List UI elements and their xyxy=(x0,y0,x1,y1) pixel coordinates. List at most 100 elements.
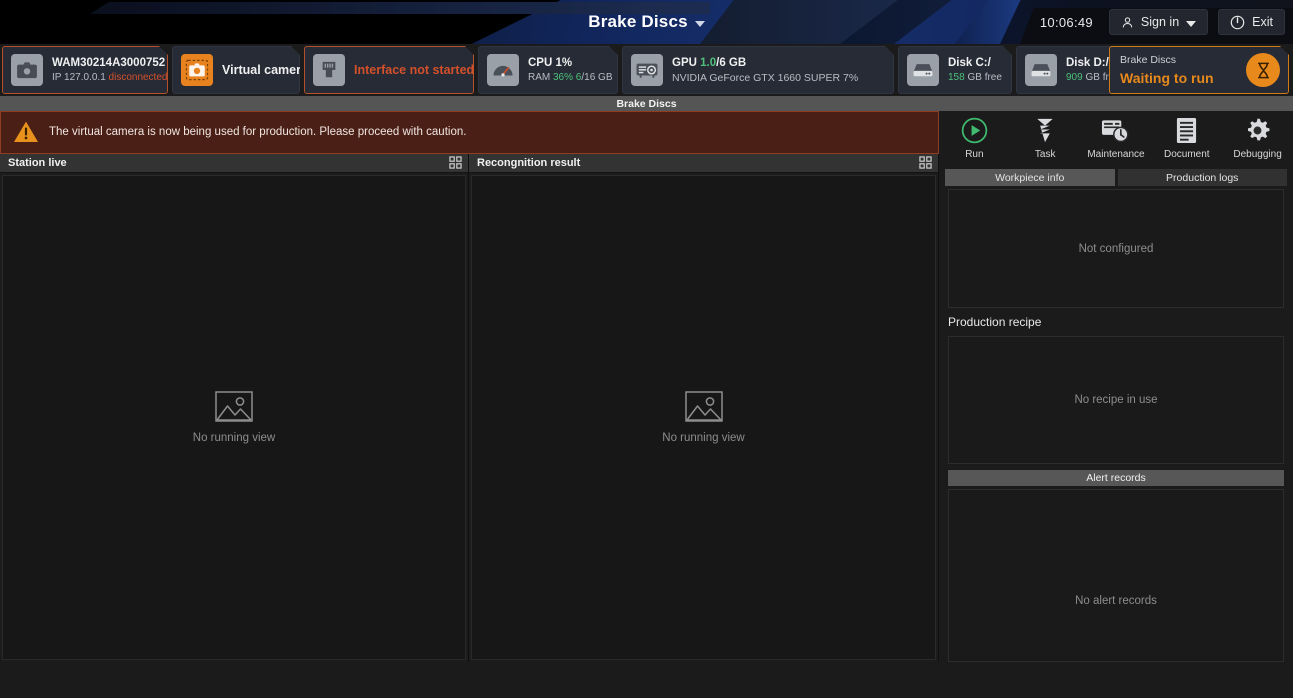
status-tile-row: WAM30214A3000752 IP 127.0.0.1 disconnect… xyxy=(0,44,1293,96)
disk-icon xyxy=(1025,54,1057,86)
status-tile-disk-c[interactable]: Disk C:/ 158 GB free xyxy=(898,46,1012,94)
hourglass-icon xyxy=(1246,53,1280,87)
gear-icon xyxy=(1244,116,1271,145)
tool-label-run: Run xyxy=(965,149,984,160)
sign-in-button[interactable]: Sign in xyxy=(1108,9,1209,35)
tab-brake-discs[interactable]: Brake Discs xyxy=(616,98,676,110)
right-sidebar: Run Task Maintenance Document Debugging … xyxy=(939,111,1293,662)
image-placeholder-icon xyxy=(684,391,723,422)
tab-alert-records[interactable]: Alert records xyxy=(948,470,1284,486)
subtab-workpiece-info[interactable]: Workpiece info xyxy=(945,169,1115,186)
ram-label-prefix: RAM xyxy=(528,72,553,83)
tool-label-document: Document xyxy=(1163,149,1210,160)
tool-run[interactable]: Run xyxy=(941,116,1007,160)
titlebar-right-controls: 10:06:49 Sign in Exit xyxy=(1040,0,1285,44)
warning-banner: The virtual camera is now being used for… xyxy=(0,111,939,154)
sidebar-subtabs: Workpiece info Production logs xyxy=(939,169,1293,186)
document-icon xyxy=(1175,116,1198,145)
panel-title-recognition-result: Recongnition result xyxy=(477,156,581,169)
tab-strip: Brake Discs xyxy=(0,96,1293,111)
empty-text-station-live: No running view xyxy=(192,431,276,444)
run-state-label: Waiting to run xyxy=(1120,70,1214,86)
alert-records-label: Alert records xyxy=(1086,472,1146,484)
maintenance-wrench-icon xyxy=(1101,116,1130,145)
chevron-down-icon xyxy=(694,20,705,27)
tool-label-debugging: Debugging xyxy=(1233,149,1282,160)
status-tile-cpu[interactable]: CPU 1% RAM 36% 6/16 GB xyxy=(478,46,618,94)
tool-label-maintenance: Maintenance xyxy=(1087,149,1145,160)
empty-text-recognition-result: No running view xyxy=(662,431,745,444)
ethernet-port-icon xyxy=(313,54,345,86)
power-icon xyxy=(1230,15,1245,29)
virtual-camera-icon xyxy=(181,54,213,86)
panel-body-recognition-result[interactable]: No running view xyxy=(471,174,936,660)
play-circle-icon xyxy=(961,116,988,145)
tool-maintenance[interactable]: Maintenance xyxy=(1083,116,1149,160)
tool-label-task: Task xyxy=(1034,149,1056,160)
panel-header-station-live: Station live xyxy=(0,153,468,173)
panel-body-station-live[interactable]: No running view xyxy=(2,174,466,660)
alert-records-empty: No alert records xyxy=(1075,595,1157,607)
panel-recognition-result: Recongnition result No running view xyxy=(469,153,939,662)
tool-document[interactable]: Document xyxy=(1154,116,1220,160)
exit-label: Exit xyxy=(1252,15,1273,29)
view-row: Station live No running view Recongnitio… xyxy=(0,153,939,662)
ram-total: /16 GB xyxy=(581,72,613,83)
main-content: The virtual camera is now being used for… xyxy=(0,111,1293,662)
gpu-prefix: GPU xyxy=(672,56,701,69)
warning-triangle-icon xyxy=(14,121,38,143)
empty-state-station-live: No running view xyxy=(193,391,275,444)
gpu-memory-used: 1.0 xyxy=(700,56,717,69)
image-placeholder-icon xyxy=(215,391,253,422)
camera-connection-state: disconnected xyxy=(108,72,168,83)
title-bar: Brake Discs 10:06:49 Sign in Exit xyxy=(0,0,1293,44)
person-icon xyxy=(1122,16,1133,27)
status-tile-interface[interactable]: Interface not started xyxy=(304,46,474,94)
production-recipe-empty: No recipe in use xyxy=(1074,394,1158,406)
disk-c-label: Disk C:/ xyxy=(948,57,991,69)
empty-state-recognition-result: No running view xyxy=(662,391,745,444)
tool-task[interactable]: Task xyxy=(1012,116,1078,160)
subtab-label-workpiece-info: Workpiece info xyxy=(995,171,1065,184)
production-recipe-box: No recipe in use xyxy=(948,336,1284,464)
page-title: Brake Discs xyxy=(588,12,688,31)
sidebar-toolbar: Run Task Maintenance Document Debugging xyxy=(939,111,1293,169)
gpu-card-icon xyxy=(631,54,663,86)
camera-ip: IP 127.0.0.1 xyxy=(52,72,106,83)
status-tile-gpu[interactable]: GPU 1.0/6 GB NVIDIA GeForce GTX 1660 SUP… xyxy=(622,46,894,94)
tool-debugging[interactable]: Debugging xyxy=(1225,116,1291,160)
virtual-camera-label: Virtual camera xyxy=(222,63,308,77)
production-recipe-title: Production recipe xyxy=(948,315,1042,329)
disk-c-free-suffix: GB free xyxy=(964,72,1002,83)
left-zone: The virtual camera is now being used for… xyxy=(0,111,939,662)
warning-message: The virtual camera is now being used for… xyxy=(49,126,467,139)
alert-records-box: No alert records xyxy=(948,489,1284,662)
workpiece-info-box: Not configured xyxy=(948,189,1284,308)
status-tile-camera[interactable]: WAM30214A3000752 IP 127.0.0.1 disconnect… xyxy=(2,46,168,94)
subtab-label-production-logs: Production logs xyxy=(1166,171,1239,184)
interface-status-label: Interface not started xyxy=(354,63,475,77)
status-tile-virtual-camera[interactable]: Virtual camera xyxy=(172,46,300,94)
camera-name: WAM30214A3000752 xyxy=(52,57,166,69)
grid-layout-icon[interactable] xyxy=(919,156,932,169)
camera-icon xyxy=(11,54,43,86)
panel-title-station-live: Station live xyxy=(8,156,67,169)
disk-c-free-value: 158 xyxy=(948,72,965,83)
panel-station-live: Station live No running view xyxy=(0,153,469,662)
subtab-production-logs[interactable]: Production logs xyxy=(1117,169,1287,186)
screw-icon xyxy=(1033,116,1057,145)
sign-in-chevron-down-icon xyxy=(1186,20,1197,27)
exit-button[interactable]: Exit xyxy=(1218,9,1285,35)
clock-label: 10:06:49 xyxy=(1039,14,1093,30)
gpu-memory-total: /6 GB xyxy=(716,56,747,69)
disk-d-free-value: 909 xyxy=(1066,72,1083,83)
workpiece-info-empty: Not configured xyxy=(1078,242,1154,255)
ram-percent: 36% xyxy=(553,72,574,83)
grid-layout-icon[interactable] xyxy=(449,156,462,169)
application-window: Brake Discs 10:06:49 Sign in Exit WAM302… xyxy=(0,0,1293,698)
cpu-usage-label: CPU 1% xyxy=(528,57,573,69)
panel-header-recognition-result: Recongnition result xyxy=(469,153,938,173)
sign-in-label: Sign in xyxy=(1140,15,1180,29)
disk-icon xyxy=(907,54,939,86)
status-tile-run-state[interactable]: Brake Discs Waiting to run xyxy=(1109,46,1289,94)
